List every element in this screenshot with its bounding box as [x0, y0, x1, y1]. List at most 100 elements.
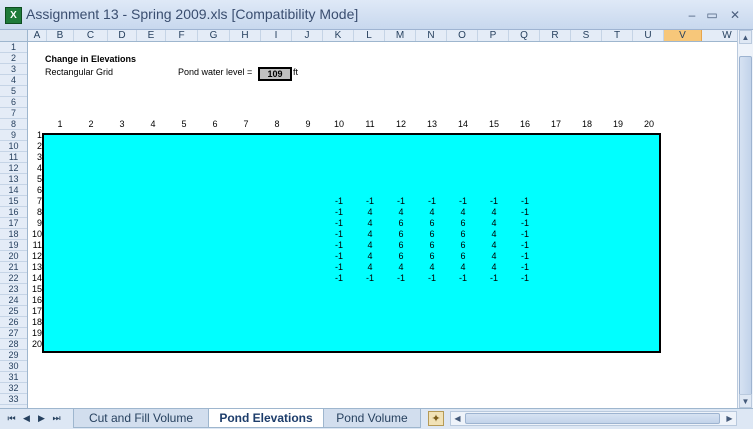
elevation-change-cell[interactable]: 6 — [422, 229, 442, 240]
vertical-scrollbar[interactable]: ▲ ▼ — [737, 30, 753, 408]
column-header-d[interactable]: D — [108, 30, 137, 41]
worksheet-grid[interactable]: Change in Elevations Rectangular Grid Po… — [28, 42, 737, 408]
elevation-change-cell[interactable]: 4 — [422, 207, 442, 218]
elevation-change-cell[interactable]: 6 — [422, 218, 442, 229]
prev-sheet-icon[interactable]: ◀ — [21, 412, 32, 425]
elevation-change-cell[interactable]: 6 — [422, 251, 442, 262]
elevation-change-cell[interactable]: 4 — [360, 207, 380, 218]
column-header-m[interactable]: M — [385, 30, 416, 41]
elevation-change-cell[interactable]: 4 — [484, 251, 504, 262]
elevation-change-cell[interactable]: 4 — [422, 262, 442, 273]
elevation-change-cell[interactable]: 6 — [453, 229, 473, 240]
column-header-i[interactable]: I — [261, 30, 292, 41]
next-sheet-icon[interactable]: ▶ — [36, 412, 47, 425]
minimize-button[interactable]: – — [684, 8, 700, 22]
elevation-change-cell[interactable]: 6 — [391, 251, 411, 262]
elevation-change-cell[interactable]: -1 — [484, 273, 504, 284]
elevation-change-cell[interactable]: -1 — [329, 273, 349, 284]
column-header-j[interactable]: J — [292, 30, 323, 41]
column-header-h[interactable]: H — [230, 30, 261, 41]
column-header-f[interactable]: F — [166, 30, 198, 41]
elevation-change-cell[interactable]: 6 — [453, 240, 473, 251]
insert-sheet-icon[interactable]: ✦ — [428, 411, 444, 426]
elevation-change-cell[interactable]: -1 — [329, 207, 349, 218]
row-header-6[interactable]: 6 — [0, 97, 27, 108]
scroll-right-icon[interactable]: ▶ — [723, 412, 736, 425]
row-header-1[interactable]: 1 — [0, 42, 27, 53]
tab-pond-elevations[interactable]: Pond Elevations — [208, 409, 324, 428]
elevation-change-cell[interactable]: -1 — [515, 207, 535, 218]
select-all-corner[interactable] — [0, 30, 28, 41]
row-header-23[interactable]: 23 — [0, 284, 27, 295]
column-header-s[interactable]: S — [571, 30, 602, 41]
row-header-3[interactable]: 3 — [0, 64, 27, 75]
row-header-19[interactable]: 19 — [0, 240, 27, 251]
elevation-change-cell[interactable]: -1 — [515, 251, 535, 262]
elevation-change-cell[interactable]: 4 — [391, 262, 411, 273]
elevation-change-cell[interactable]: 4 — [453, 262, 473, 273]
elevation-change-cell[interactable]: 6 — [391, 229, 411, 240]
column-header-k[interactable]: K — [323, 30, 354, 41]
row-header-28[interactable]: 28 — [0, 339, 27, 350]
elevation-change-cell[interactable]: -1 — [360, 273, 380, 284]
column-header-n[interactable]: N — [416, 30, 447, 41]
elevation-change-cell[interactable]: 4 — [484, 240, 504, 251]
elevation-change-cell[interactable]: 4 — [360, 251, 380, 262]
row-header-20[interactable]: 20 — [0, 251, 27, 262]
row-header-14[interactable]: 14 — [0, 185, 27, 196]
first-sheet-icon[interactable]: ⏮ — [6, 412, 17, 425]
elevation-change-cell[interactable]: 4 — [360, 229, 380, 240]
elevation-change-cell[interactable]: 4 — [360, 240, 380, 251]
row-header-27[interactable]: 27 — [0, 328, 27, 339]
elevation-change-cell[interactable]: -1 — [329, 196, 349, 207]
column-header-e[interactable]: E — [137, 30, 166, 41]
elevation-change-cell[interactable]: -1 — [515, 273, 535, 284]
column-header-b[interactable]: B — [47, 30, 74, 41]
elevation-change-cell[interactable]: 6 — [422, 240, 442, 251]
row-header-22[interactable]: 22 — [0, 273, 27, 284]
tab-pond-volume[interactable]: Pond Volume — [323, 409, 421, 428]
column-header-g[interactable]: G — [198, 30, 230, 41]
elevation-change-cell[interactable]: -1 — [329, 229, 349, 240]
horizontal-scrollbar[interactable]: ◀ ▶ — [450, 411, 737, 426]
elevation-change-cell[interactable]: -1 — [360, 196, 380, 207]
vertical-scroll-thumb[interactable] — [739, 56, 752, 396]
elevation-change-cell[interactable]: -1 — [329, 218, 349, 229]
row-header-9[interactable]: 9 — [0, 130, 27, 141]
column-header-v[interactable]: V — [664, 30, 702, 41]
row-header-10[interactable]: 10 — [0, 141, 27, 152]
elevation-change-cell[interactable]: -1 — [515, 218, 535, 229]
row-header-4[interactable]: 4 — [0, 75, 27, 86]
scroll-down-icon[interactable]: ▼ — [739, 394, 752, 408]
elevation-change-cell[interactable]: -1 — [422, 196, 442, 207]
elevation-change-cell[interactable]: -1 — [422, 273, 442, 284]
column-header-c[interactable]: C — [74, 30, 108, 41]
elevation-change-cell[interactable]: -1 — [484, 196, 504, 207]
column-header-l[interactable]: L — [354, 30, 385, 41]
row-header-5[interactable]: 5 — [0, 86, 27, 97]
row-header-12[interactable]: 12 — [0, 163, 27, 174]
elevation-change-cell[interactable]: -1 — [515, 262, 535, 273]
elevation-change-cell[interactable]: -1 — [515, 240, 535, 251]
scroll-up-icon[interactable]: ▲ — [739, 30, 752, 44]
elevation-change-cell[interactable]: -1 — [453, 196, 473, 207]
row-header-32[interactable]: 32 — [0, 383, 27, 394]
elevation-change-cell[interactable]: -1 — [453, 273, 473, 284]
row-header-8[interactable]: 8 — [0, 119, 27, 130]
row-header-26[interactable]: 26 — [0, 317, 27, 328]
tab-cut-and-fill-volume[interactable]: Cut and Fill Volume — [73, 409, 209, 428]
elevation-change-cell[interactable]: 4 — [484, 229, 504, 240]
elevation-change-cell[interactable]: -1 — [391, 196, 411, 207]
row-header-21[interactable]: 21 — [0, 262, 27, 273]
elevation-change-cell[interactable]: -1 — [329, 240, 349, 251]
column-header-r[interactable]: R — [540, 30, 571, 41]
elevation-change-cell[interactable]: 6 — [391, 218, 411, 229]
row-header-16[interactable]: 16 — [0, 207, 27, 218]
row-header-30[interactable]: 30 — [0, 361, 27, 372]
restore-button[interactable]: ▭ — [704, 8, 720, 22]
row-header-29[interactable]: 29 — [0, 350, 27, 361]
row-header-25[interactable]: 25 — [0, 306, 27, 317]
elevation-change-cell[interactable]: 4 — [484, 207, 504, 218]
elevation-change-cell[interactable]: -1 — [391, 273, 411, 284]
row-header-7[interactable]: 7 — [0, 108, 27, 119]
